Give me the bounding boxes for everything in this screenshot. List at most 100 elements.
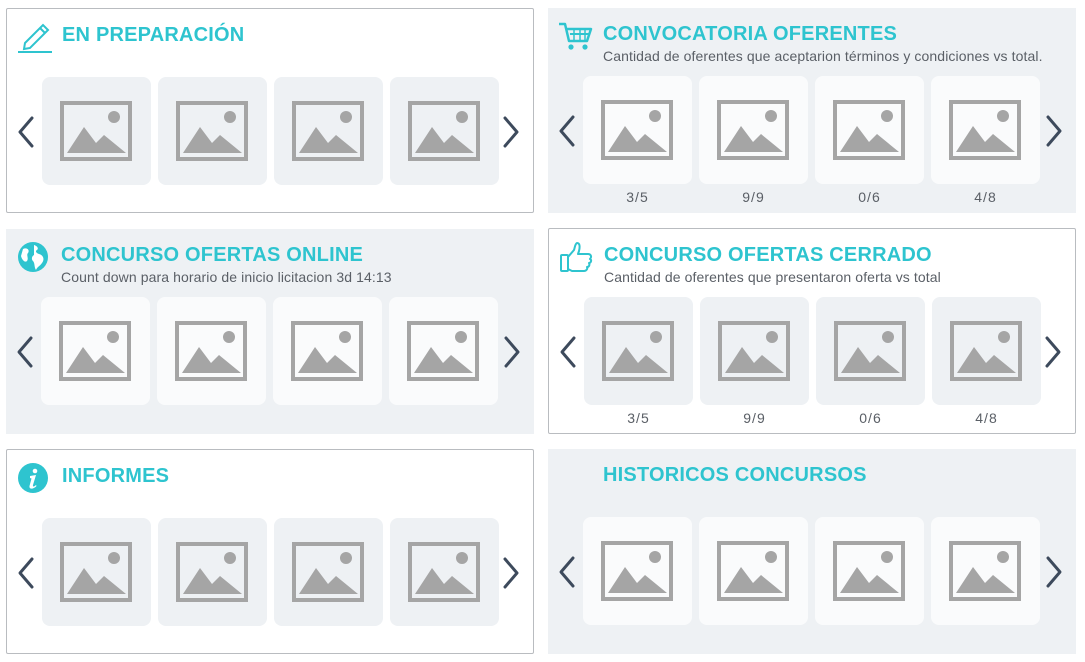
- image-placeholder-icon: [718, 321, 790, 381]
- section-title: CONVOCATORIA OFERENTES: [603, 23, 898, 45]
- section-title: CONCURSO OFERTAS ONLINE: [61, 244, 364, 266]
- image-placeholder-tile[interactable]: [42, 518, 151, 626]
- section-title: CONCURSO OFERTAS CERRADO: [604, 244, 932, 266]
- image-placeholder-tile[interactable]: [41, 297, 150, 405]
- image-placeholder-tile[interactable]: [699, 76, 808, 184]
- image-placeholder-tile[interactable]: [390, 77, 499, 185]
- image-carousel: [548, 517, 1076, 627]
- image-placeholder-tile[interactable]: [158, 77, 267, 185]
- chevron-left-icon[interactable]: [16, 556, 36, 590]
- image-placeholder-icon: [950, 321, 1022, 381]
- image-placeholder-icon: [292, 101, 364, 161]
- section-header: CONVOCATORIA OFERENTES Cantidad de ofere…: [558, 20, 1066, 64]
- chevron-right-icon[interactable]: [501, 556, 521, 590]
- chevron-left-icon[interactable]: [16, 115, 36, 149]
- image-placeholder-icon: [291, 321, 363, 381]
- chevron-left-icon[interactable]: [557, 114, 577, 148]
- section-subtitle: Cantidad de oferentes que presentaron of…: [604, 269, 941, 285]
- image-placeholder-tile[interactable]: [815, 517, 924, 625]
- image-carousel: [548, 76, 1076, 186]
- section-concurso-ofertas-online: CONCURSO OFERTAS ONLINE Count down para …: [6, 229, 534, 434]
- image-placeholder-tile[interactable]: [583, 517, 692, 625]
- thumbs-up-icon: [559, 241, 595, 273]
- section-title: INFORMES: [62, 465, 170, 487]
- image-placeholder-icon: [60, 542, 132, 602]
- image-placeholder-tile[interactable]: [390, 518, 499, 626]
- image-placeholder-tile[interactable]: [274, 518, 383, 626]
- image-placeholder-icon: [407, 321, 479, 381]
- image-placeholder-icon: [176, 101, 248, 161]
- image-placeholder-icon: [833, 100, 905, 160]
- chevron-left-icon[interactable]: [557, 555, 577, 589]
- section-historicos-concursos: HISTORICOS CONCURSOS: [548, 449, 1076, 654]
- image-carousel: [6, 297, 534, 407]
- oferentes-count: 3/5: [626, 189, 649, 205]
- image-placeholder-icon: [601, 541, 673, 601]
- info-icon: [17, 462, 53, 494]
- image-carousel: [7, 518, 533, 628]
- chevron-left-icon[interactable]: [558, 335, 578, 369]
- image-placeholder-tile[interactable]: [815, 76, 924, 184]
- image-placeholder-icon: [949, 541, 1021, 601]
- image-placeholder-tile[interactable]: [584, 297, 693, 405]
- image-placeholder-tile[interactable]: [583, 76, 692, 184]
- image-placeholder-icon: [949, 100, 1021, 160]
- shopping-cart-icon: [558, 20, 594, 52]
- section-header: INFORMES: [17, 462, 523, 502]
- image-placeholder-icon: [292, 542, 364, 602]
- image-placeholder-icon: [717, 541, 789, 601]
- image-placeholder-icon: [60, 101, 132, 161]
- oferentes-count: 0/6: [859, 410, 882, 426]
- oferentes-count: 3/5: [627, 410, 650, 426]
- image-placeholder-icon: [601, 100, 673, 160]
- chevron-right-icon[interactable]: [1044, 114, 1064, 148]
- image-placeholder-tile[interactable]: [157, 297, 266, 405]
- oferentes-count: 9/9: [742, 189, 765, 205]
- image-placeholder-icon: [833, 541, 905, 601]
- section-header: HISTORICOS CONCURSOS: [558, 461, 1066, 501]
- image-placeholder-tile[interactable]: [158, 518, 267, 626]
- pencil-icon: [17, 21, 53, 53]
- section-en-preparacion: EN PREPARACIÓN: [6, 8, 534, 213]
- image-placeholder-tile[interactable]: [699, 517, 808, 625]
- countdown-text: Count down para horario de inicio licita…: [61, 269, 392, 285]
- image-placeholder-tile[interactable]: [700, 297, 809, 405]
- chevron-right-icon[interactable]: [501, 115, 521, 149]
- image-placeholder-tile[interactable]: [389, 297, 498, 405]
- section-convocatoria-oferentes: CONVOCATORIA OFERENTES Cantidad de ofere…: [548, 8, 1076, 213]
- section-header: CONCURSO OFERTAS ONLINE Count down para …: [16, 241, 524, 285]
- globe-icon: [16, 241, 52, 273]
- image-placeholder-tile[interactable]: [42, 77, 151, 185]
- image-placeholder-tile[interactable]: [274, 77, 383, 185]
- image-placeholder-icon: [176, 542, 248, 602]
- section-title: HISTORICOS CONCURSOS: [603, 464, 867, 486]
- image-placeholder-icon: [175, 321, 247, 381]
- image-placeholder-tile[interactable]: [816, 297, 925, 405]
- image-placeholder-icon: [408, 542, 480, 602]
- image-placeholder-tile[interactable]: [932, 297, 1041, 405]
- section-header: CONCURSO OFERTAS CERRADO Cantidad de ofe…: [559, 241, 1065, 285]
- oferentes-count: 9/9: [743, 410, 766, 426]
- section-informes: INFORMES: [6, 449, 534, 654]
- oferentes-count: 4/8: [975, 410, 998, 426]
- image-carousel: [549, 297, 1075, 407]
- oferentes-count: 4/8: [974, 189, 997, 205]
- chevron-right-icon[interactable]: [1044, 555, 1064, 589]
- section-title: EN PREPARACIÓN: [62, 24, 245, 46]
- image-placeholder-icon: [59, 321, 131, 381]
- image-placeholder-icon: [602, 321, 674, 381]
- image-placeholder-tile[interactable]: [931, 517, 1040, 625]
- section-header: EN PREPARACIÓN: [17, 21, 523, 61]
- oferentes-count: 0/6: [858, 189, 881, 205]
- image-placeholder-tile[interactable]: [931, 76, 1040, 184]
- count-row: 3/5 9/9 0/6 4/8: [584, 410, 1044, 428]
- count-row: 3/5 9/9 0/6 4/8: [583, 189, 1043, 207]
- image-placeholder-icon: [717, 100, 789, 160]
- image-placeholder-icon: [834, 321, 906, 381]
- image-placeholder-tile[interactable]: [273, 297, 382, 405]
- section-subtitle: Cantidad de oferentes que aceptarion tér…: [603, 48, 1043, 64]
- chevron-left-icon[interactable]: [15, 335, 35, 369]
- chevron-right-icon[interactable]: [1043, 335, 1063, 369]
- image-placeholder-icon: [408, 101, 480, 161]
- chevron-right-icon[interactable]: [502, 335, 522, 369]
